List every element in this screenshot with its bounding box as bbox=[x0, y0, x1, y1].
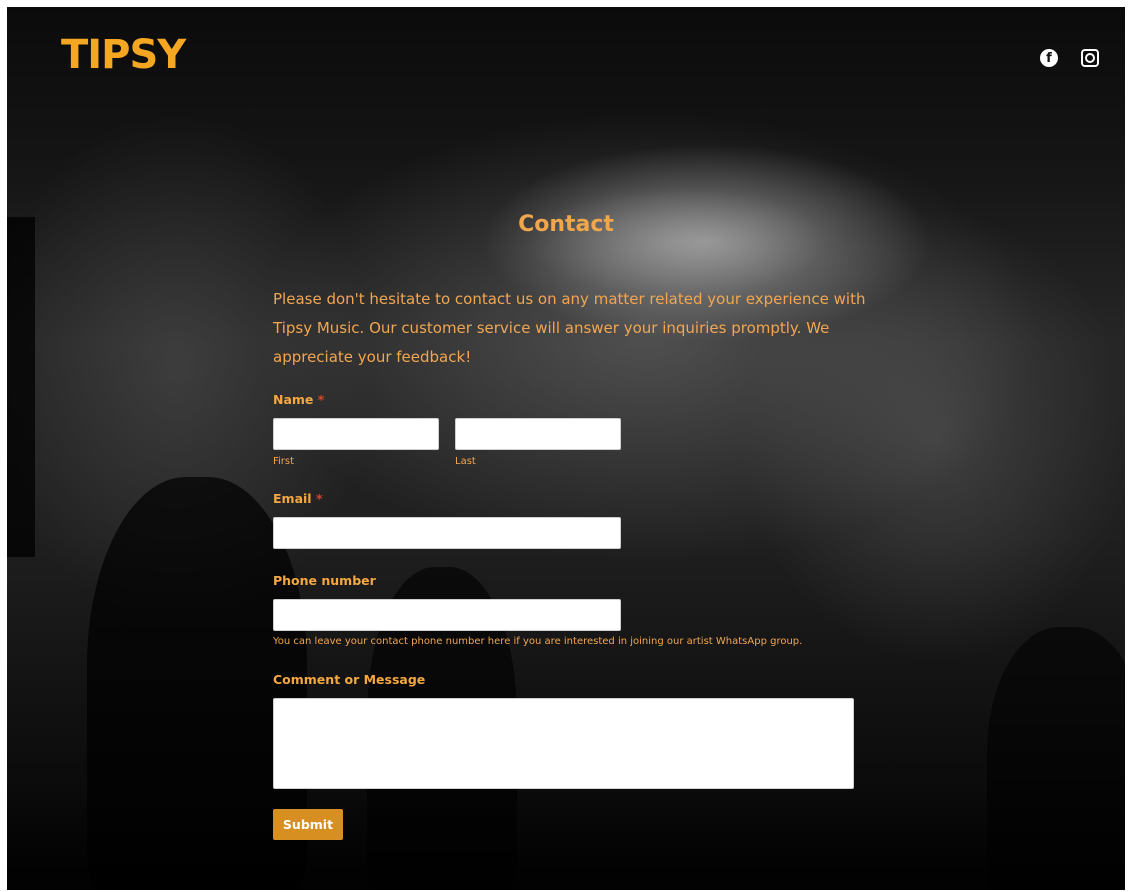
message-textarea[interactable] bbox=[273, 698, 854, 789]
required-mark: * bbox=[315, 491, 323, 506]
first-name-sublabel: First bbox=[273, 456, 295, 467]
hero-background: TIPSY f Contact Please don't hesitate to… bbox=[7, 7, 1125, 890]
background-shape bbox=[7, 217, 35, 557]
required-mark: * bbox=[317, 392, 325, 407]
email-label: Email * bbox=[273, 491, 322, 506]
phone-label: Phone number bbox=[273, 573, 376, 588]
phone-hint: You can leave your contact phone number … bbox=[273, 636, 803, 647]
email-input[interactable] bbox=[273, 517, 621, 549]
message-label: Comment or Message bbox=[273, 672, 426, 687]
first-name-input[interactable] bbox=[273, 418, 439, 450]
name-label-text: Name bbox=[273, 392, 314, 407]
email-label-text: Email bbox=[273, 491, 312, 506]
submit-button[interactable]: Submit bbox=[273, 809, 343, 840]
page-title: Contact bbox=[518, 212, 614, 237]
facebook-icon[interactable]: f bbox=[1040, 49, 1058, 67]
stage-light bbox=[527, 187, 827, 297]
last-name-input[interactable] bbox=[455, 418, 621, 450]
floor-shadow bbox=[7, 787, 1125, 890]
site-logo[interactable]: TIPSY bbox=[61, 31, 186, 79]
phone-input[interactable] bbox=[273, 599, 621, 631]
intro-text: Please don't hesitate to contact us on a… bbox=[273, 290, 866, 366]
last-name-sublabel: Last bbox=[455, 456, 476, 467]
instagram-icon[interactable] bbox=[1081, 49, 1099, 67]
name-label: Name * bbox=[273, 392, 324, 407]
